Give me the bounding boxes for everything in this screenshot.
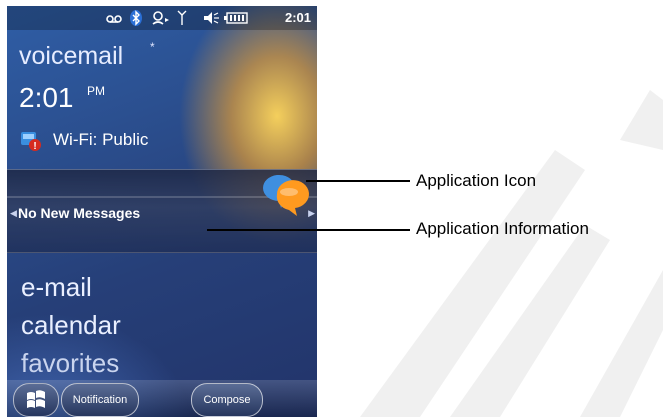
chevron-right-icon[interactable]: ▶ xyxy=(308,208,315,219)
bluetooth-icon xyxy=(130,10,142,26)
voicemail-marker: * xyxy=(150,40,155,54)
speaker-icon xyxy=(204,12,219,24)
status-bar: 2:01 xyxy=(7,6,317,30)
menu-item-calendar[interactable]: calendar xyxy=(21,310,121,341)
voicemail-icon xyxy=(106,15,122,23)
start-button[interactable] xyxy=(13,383,59,417)
menu-item-favorites[interactable]: favorites xyxy=(21,348,119,379)
notification-text: No New Messages xyxy=(18,205,141,221)
app-icon-callout: Application Icon xyxy=(416,171,537,190)
compose-softkey[interactable]: Compose xyxy=(191,383,263,417)
notification-softkey[interactable]: Notification xyxy=(61,383,139,417)
app-info-callout-line xyxy=(207,229,410,231)
menu-item-email[interactable]: e-mail xyxy=(21,272,92,303)
svg-text:!: ! xyxy=(33,141,36,152)
wifi-alert-icon: ! xyxy=(21,132,41,152)
signal-icon xyxy=(177,10,187,25)
phone-screen: 2:01 voicemail * 2:01 PM ! Wi-Fi: Public… xyxy=(7,6,317,417)
chevron-left-icon[interactable]: ◀ xyxy=(10,208,17,219)
lock-ampm: PM xyxy=(87,84,105,98)
app-info-callout: Application Information xyxy=(416,219,589,238)
windows-logo-icon xyxy=(27,390,45,408)
battery-icon xyxy=(224,12,248,24)
notification-row[interactable]: ◀ No New Messages ▶ xyxy=(7,204,317,224)
wifi-status[interactable]: Wi-Fi: Public xyxy=(53,130,148,150)
sync-icon xyxy=(152,11,169,25)
status-clock: 2:01 xyxy=(284,10,311,25)
lock-time: 2:01 xyxy=(19,82,74,113)
app-icon-callout-line xyxy=(306,180,410,182)
voicemail-label[interactable]: voicemail xyxy=(19,42,123,71)
